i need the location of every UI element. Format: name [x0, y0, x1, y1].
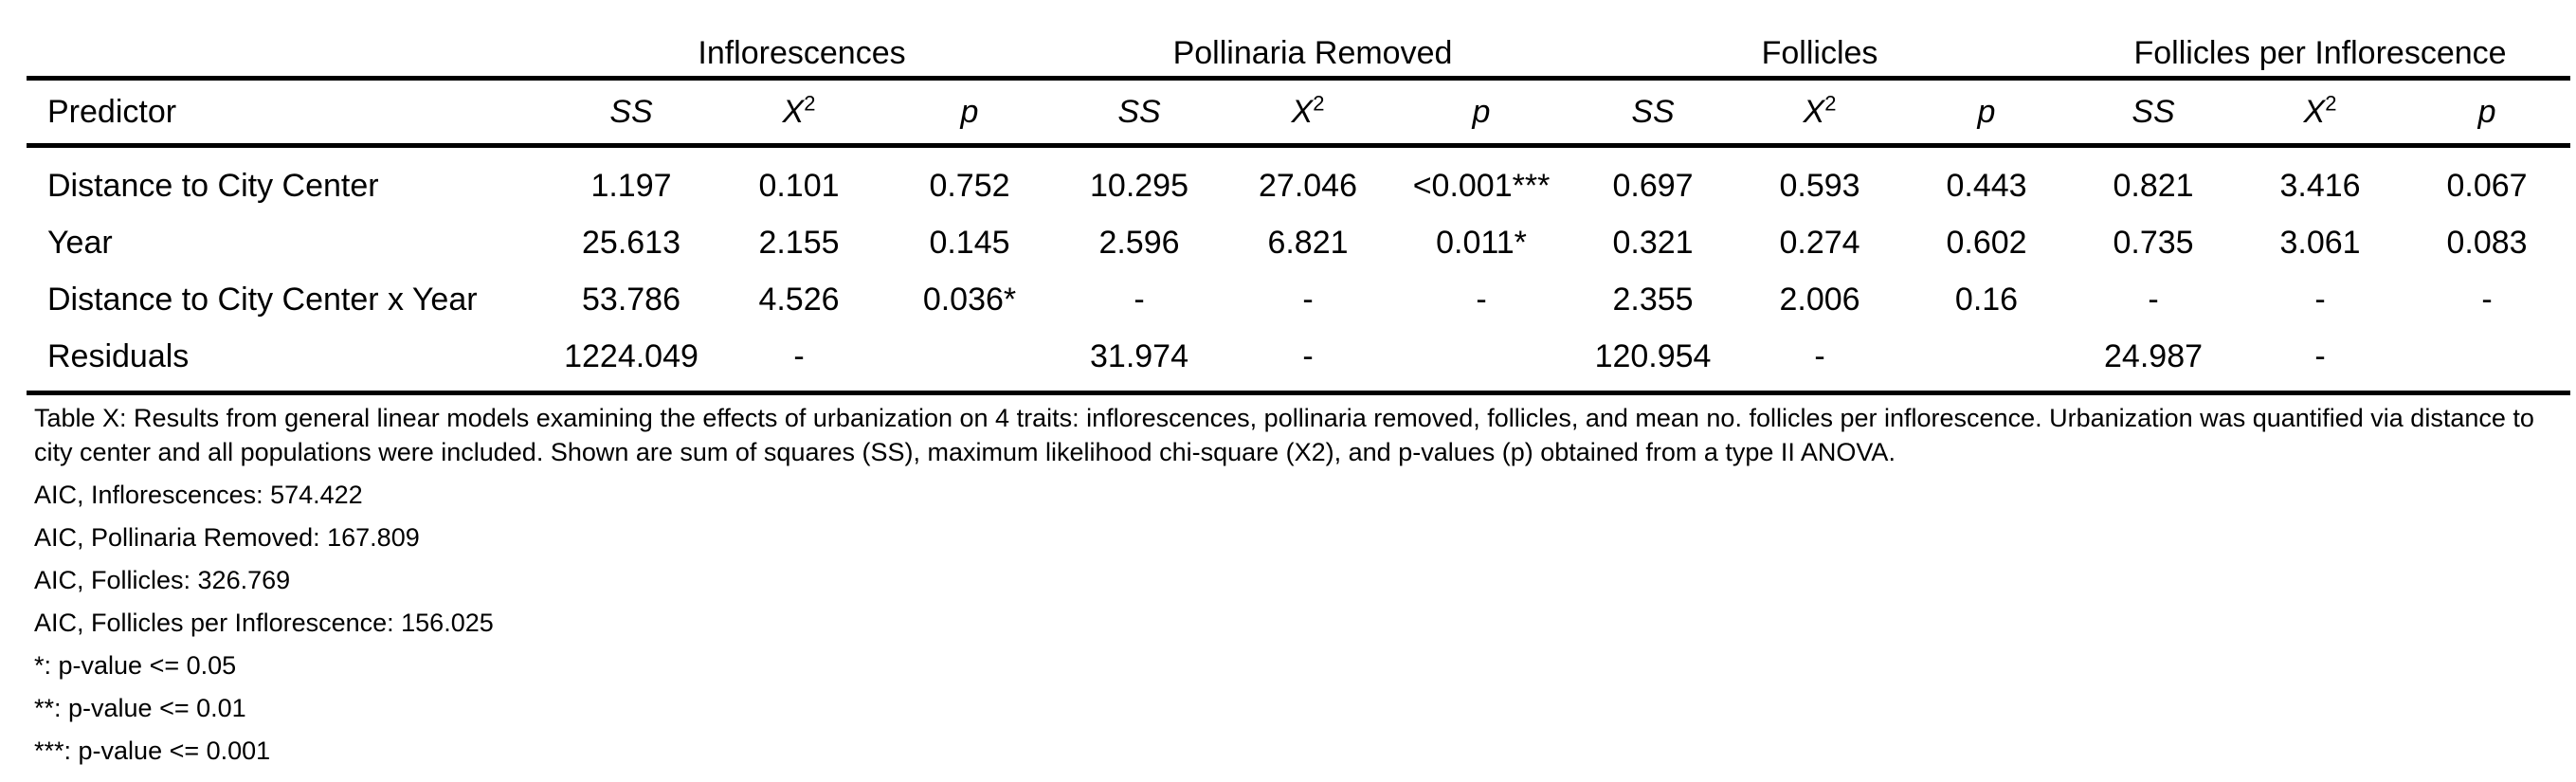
chi-square-header: X2 [1736, 78, 1904, 148]
group-header-row: Inflorescences Pollinaria Removed Follic… [27, 30, 2571, 81]
p-header: p [2404, 78, 2571, 148]
aic-note: AIC, Pollinaria Removed: 167.809 [34, 523, 420, 552]
table-cell: 2.006 [1779, 281, 1860, 318]
table-cell [883, 328, 1056, 395]
table-cell: 3.416 [2279, 167, 2361, 204]
significance-note: **: p-value <= 0.01 [34, 694, 246, 722]
table-cell: - [715, 328, 883, 395]
table-cell: - [1223, 328, 1393, 395]
predictor-cell: Year [47, 224, 113, 261]
ss-header: SS [1056, 78, 1223, 148]
table-cell: - [1736, 328, 1904, 395]
ss-header: SS [548, 78, 715, 148]
table-cell: 24.987 [2070, 328, 2238, 395]
table-row: Distance to City Center 1.197 0.101 0.75… [27, 146, 2570, 215]
table-cell: - [2237, 328, 2404, 395]
table-cell: - [1476, 281, 1487, 318]
table-cell: 0.821 [2113, 167, 2194, 204]
table-row: Year 25.613 2.155 0.145 2.596 6.821 0.01… [27, 214, 2570, 271]
chi-superscript: 2 [1824, 91, 1837, 116]
table-cell: 53.786 [582, 281, 680, 318]
table-cell: 0.067 [2446, 167, 2528, 204]
chi-superscript: 2 [1313, 91, 1325, 116]
table-cell: 120.954 [1569, 328, 1737, 395]
table-cell: 4.526 [758, 281, 840, 318]
chi-symbol: X [1291, 93, 1314, 130]
table-cell [1903, 328, 2071, 395]
chi-superscript: 2 [2325, 91, 2337, 116]
chi-symbol: X [1803, 93, 1825, 130]
predictor-cell: Distance to City Center x Year [47, 281, 478, 318]
group-header-follicles-per-inflorescence: Follicles per Inflorescence [2070, 30, 2571, 81]
table-cell: 0.593 [1779, 167, 1860, 204]
table-cell: <0.001*** [1412, 167, 1551, 204]
table-caption: Table X: Results from general linear mod… [34, 404, 2534, 466]
table-cell: 1.197 [590, 167, 672, 204]
p-header: p [1393, 78, 1570, 148]
p-header: p [1903, 78, 2071, 148]
table-cell: 1224.049 [548, 328, 715, 395]
significance-note: *: p-value <= 0.05 [34, 651, 237, 680]
chi-square-header: X2 [2237, 78, 2404, 148]
table-cell: 2.355 [1612, 281, 1694, 318]
ss-header: SS [2070, 78, 2238, 148]
chi-square-header: X2 [1223, 78, 1393, 148]
aic-note: AIC, Follicles: 326.769 [34, 566, 291, 594]
table-cell: 0.321 [1612, 224, 1694, 261]
table-cell: 2.596 [1098, 224, 1180, 261]
chi-square-header: X2 [715, 78, 883, 148]
table-cell: 0.036* [922, 281, 1017, 318]
predictor-header: Predictor [27, 78, 548, 148]
table-cell: - [1134, 281, 1145, 318]
table-cell: 0.145 [929, 224, 1010, 261]
chi-symbol: X [2303, 93, 2326, 130]
table-row: Residuals 1224.049 - 31.974 - 120.954 - … [27, 328, 2571, 395]
table-cell: 0.752 [929, 167, 1010, 204]
group-header-blank [27, 30, 548, 81]
table-cell: 27.046 [1259, 167, 1357, 204]
table-cell: 0.16 [1954, 281, 2019, 318]
table-cell: - [2481, 281, 2493, 318]
table-cell: 3.061 [2279, 224, 2361, 261]
ss-header: SS [1569, 78, 1737, 148]
table-cell: 0.101 [758, 167, 840, 204]
table-cell: 31.974 [1056, 328, 1223, 395]
significance-note: ***: p-value <= 0.001 [34, 737, 271, 765]
table-cell: 0.735 [2113, 224, 2194, 261]
table-cell [1393, 328, 1570, 395]
table-cell: - [2148, 281, 2159, 318]
results-table: Inflorescences Pollinaria Removed Follic… [27, 30, 2571, 395]
aic-note: AIC, Inflorescences: 574.422 [34, 481, 363, 509]
chi-superscript: 2 [804, 91, 816, 116]
table-cell: 0.443 [1946, 167, 2027, 204]
table-cell: 0.083 [2446, 224, 2528, 261]
table-cell: 0.011* [1436, 224, 1527, 261]
table-cell: 10.295 [1090, 167, 1188, 204]
group-header-follicles: Follicles [1569, 30, 2071, 81]
group-header-pollinaria-removed: Pollinaria Removed [1056, 30, 1570, 81]
document: Inflorescences Pollinaria Removed Follic… [27, 0, 2571, 768]
table-cell: 0.274 [1779, 224, 1860, 261]
table-cell: 2.155 [758, 224, 840, 261]
predictor-cell: Residuals [27, 328, 548, 395]
table-cell: - [1302, 281, 1314, 318]
table-cell: 6.821 [1267, 224, 1349, 261]
table-cell: - [2314, 281, 2326, 318]
table-cell: 25.613 [582, 224, 680, 261]
group-header-inflorescences: Inflorescences [548, 30, 1056, 81]
p-header: p [883, 78, 1056, 148]
column-header-row: Predictor SS X2 p SS X2 p SS X2 p SS X2 … [27, 78, 2571, 148]
predictor-cell: Distance to City Center [47, 167, 379, 204]
table-cell [2404, 328, 2571, 395]
table-row: Distance to City Center x Year 53.786 4.… [27, 271, 2570, 328]
aic-note: AIC, Follicles per Inflorescence: 156.02… [34, 609, 494, 637]
table-cell: 0.697 [1612, 167, 1694, 204]
chi-symbol: X [782, 93, 805, 130]
table-cell: 0.602 [1946, 224, 2027, 261]
